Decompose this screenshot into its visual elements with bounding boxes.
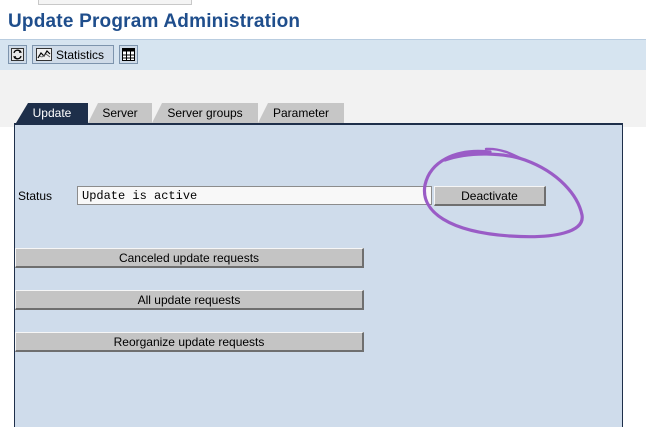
- statistics-label: Statistics: [56, 47, 105, 62]
- table-icon: [122, 48, 135, 61]
- table-button[interactable]: [119, 45, 138, 64]
- status-field: Update is active: [77, 186, 432, 205]
- tab-server-groups[interactable]: Server groups: [152, 103, 258, 123]
- all-update-requests-button[interactable]: All update requests: [15, 290, 364, 310]
- window-tab-fragment: [38, 0, 192, 5]
- tab-panel: [14, 123, 623, 427]
- reorganize-update-requests-button[interactable]: Reorganize update requests: [15, 332, 364, 352]
- tab-server-label: Server: [102, 106, 138, 120]
- canceled-update-requests-button[interactable]: Canceled update requests: [15, 248, 364, 268]
- tab-update[interactable]: Update: [16, 103, 88, 123]
- refresh-button[interactable]: [8, 45, 27, 64]
- statistics-button[interactable]: Statistics: [32, 45, 114, 64]
- refresh-icon: [11, 48, 24, 61]
- status-label: Status: [18, 189, 53, 203]
- tab-parameter-label: Parameter: [272, 106, 330, 120]
- tab-update-label: Update: [32, 106, 72, 120]
- chart-icon: [36, 48, 52, 61]
- tab-parameter[interactable]: Parameter: [258, 103, 344, 123]
- deactivate-button[interactable]: Deactivate: [434, 186, 546, 206]
- tab-server[interactable]: Server: [88, 103, 152, 123]
- application-toolbar: Statistics: [0, 39, 646, 71]
- title-bar: Update Program Administration: [0, 6, 646, 39]
- page-title: Update Program Administration: [8, 11, 301, 32]
- tab-server-groups-label: Server groups: [167, 106, 243, 120]
